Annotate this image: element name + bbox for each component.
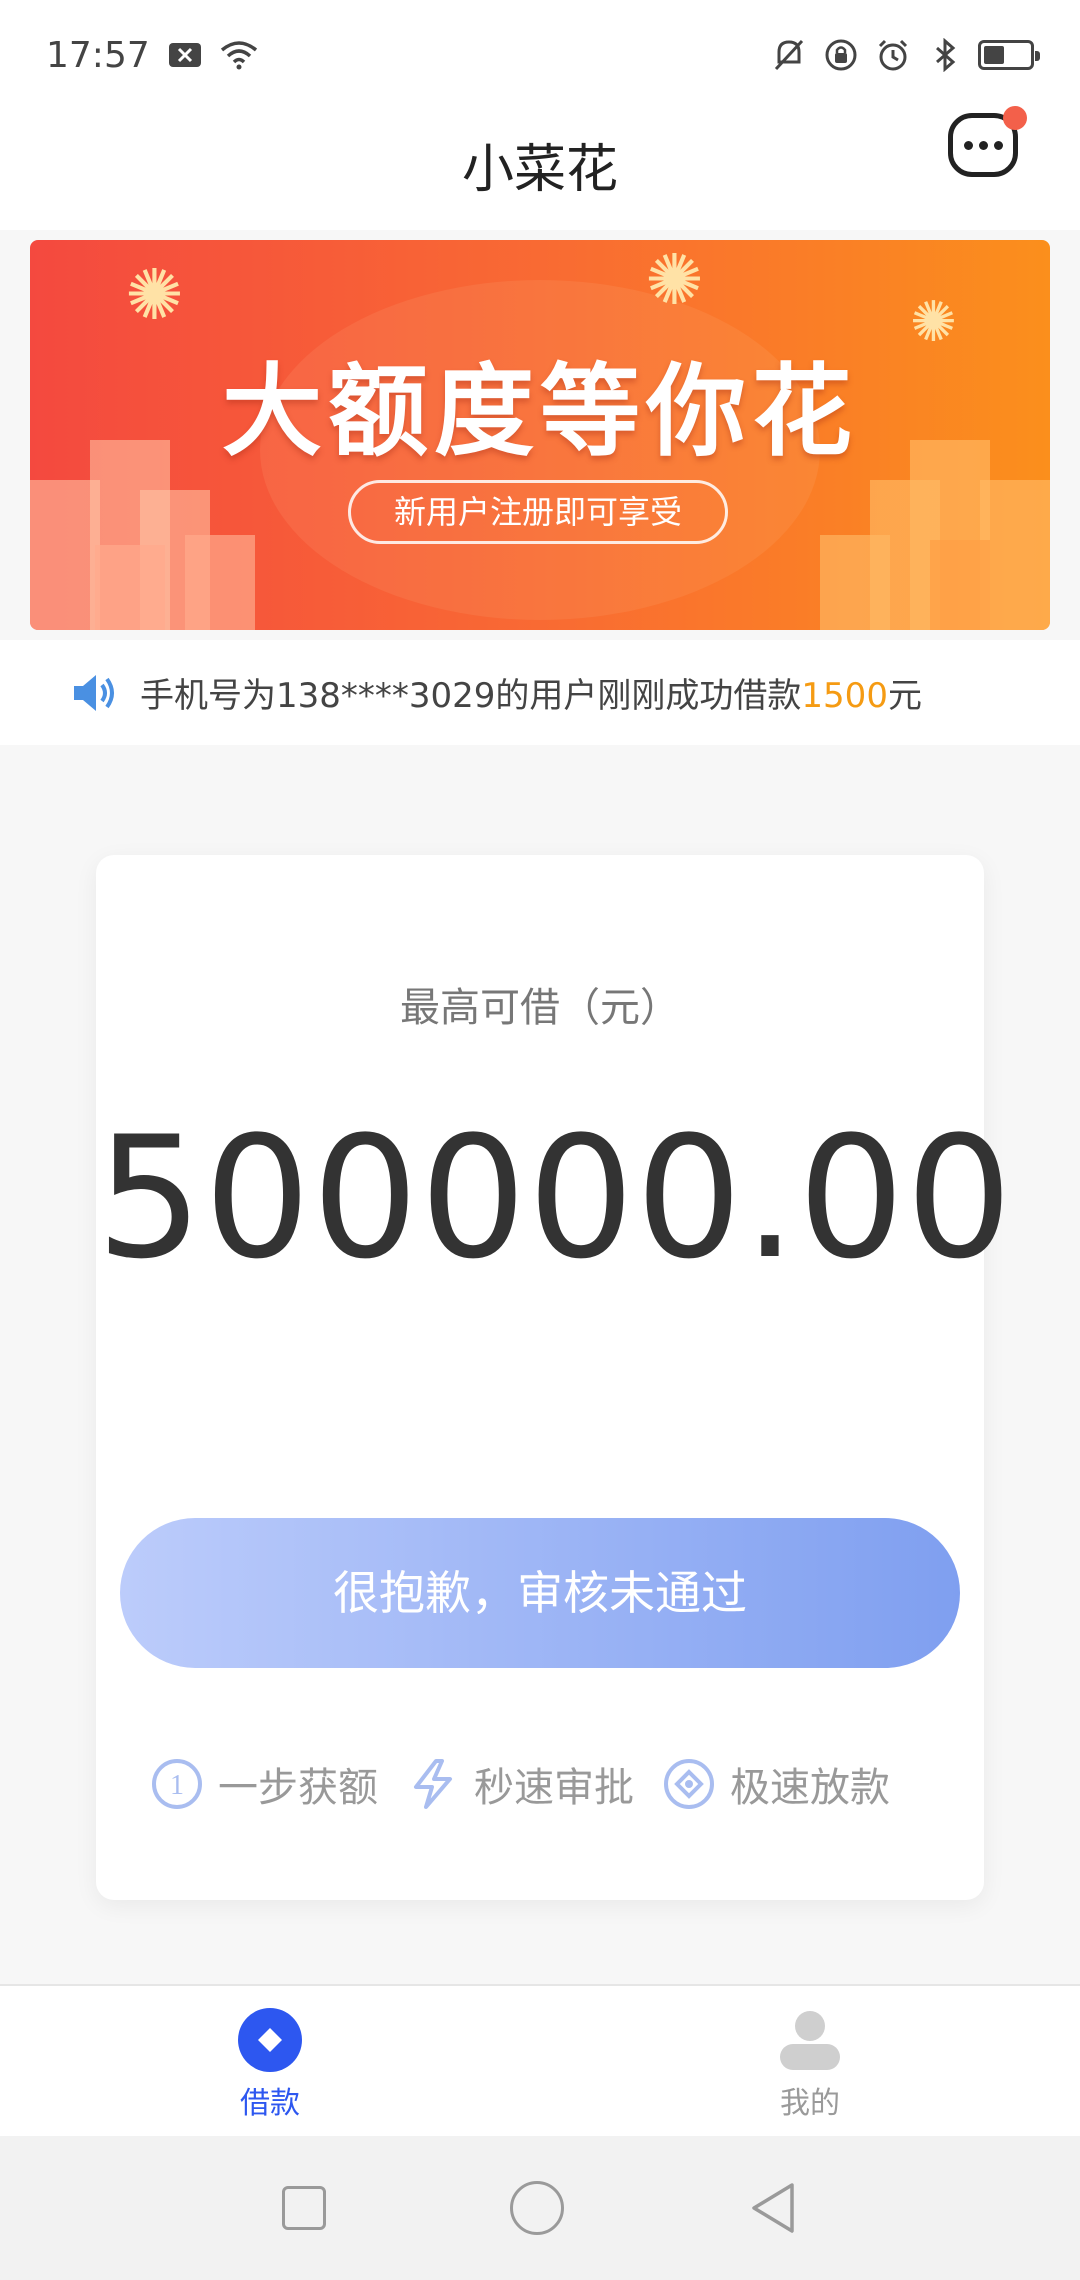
- notice-amount: 1500: [801, 676, 888, 716]
- message-button[interactable]: [948, 106, 1027, 177]
- page-title: 小菜花: [461, 140, 618, 200]
- feature-item: 1 一步获额: [150, 1755, 378, 1813]
- tab-profile-label: 我的: [780, 2086, 840, 2121]
- tab-loan[interactable]: 借款: [0, 1986, 540, 2136]
- alarm-icon: [874, 36, 912, 74]
- step-one-icon: 1: [150, 1757, 204, 1811]
- feature-item: 极速放款: [662, 1755, 890, 1813]
- lightning-icon: [406, 1757, 460, 1811]
- profile-icon: [780, 2011, 840, 2070]
- more-dots-icon: [963, 140, 973, 150]
- recents-button[interactable]: [282, 2186, 326, 2230]
- max-borrow-amount: 500000.00: [96, 1100, 1014, 1296]
- system-nav-bar: [0, 2136, 1080, 2280]
- banner-subtitle: 新用户注册即可享受: [348, 480, 728, 544]
- feature-list: 1 一步获额 秒速审批 极速放款: [150, 1755, 890, 1813]
- max-borrow-label: 最高可借（元）: [400, 985, 680, 1031]
- status-bar: 17:57: [0, 0, 1080, 110]
- more-dot: [993, 140, 1003, 150]
- firework-icon: ✺: [125, 254, 184, 336]
- speaker-icon: [74, 674, 114, 711]
- building-shape: [930, 540, 990, 630]
- loan-card: 最高可借（元） 500000.00 很抱歉，审核未通过 1 一步获额 秒速审批 …: [96, 855, 1014, 1900]
- notice-ticker: 手机号为138****3029的用户刚刚成功借款1500元: [0, 640, 1080, 745]
- unread-badge: [1003, 106, 1027, 130]
- promo-banner[interactable]: ✺ ✺ ✺ 大额度等你花 新用户注册即可享受: [30, 240, 1050, 630]
- firework-icon: ✺: [645, 240, 704, 321]
- feature-item: 秒速审批: [406, 1755, 634, 1813]
- wifi-icon: [220, 36, 258, 74]
- back-button[interactable]: [748, 2181, 798, 2235]
- svg-text:1: 1: [170, 1770, 184, 1801]
- building-shape: [980, 480, 1050, 630]
- building-shape: [185, 535, 255, 630]
- banner-title: 大额度等你花: [222, 353, 858, 470]
- status-time: 17:57: [46, 34, 150, 76]
- loan-icon: [238, 2008, 302, 2072]
- notice-prefix: 手机号为138****3029的用户刚刚成功借款: [140, 676, 802, 716]
- tab-profile[interactable]: 我的: [540, 1986, 1080, 2136]
- tab-loan-label: 借款: [240, 2086, 300, 2121]
- feature-label: 极速放款: [730, 1765, 890, 1811]
- notification-close-icon: [166, 36, 204, 74]
- battery-icon: [978, 40, 1040, 70]
- bluetooth-icon: [926, 36, 964, 74]
- app-bar: 小菜花: [0, 106, 1080, 230]
- more-dot: [978, 140, 988, 150]
- diamond-icon: [662, 1757, 716, 1811]
- feature-label: 秒速审批: [474, 1765, 634, 1811]
- feature-label: 一步获额: [218, 1765, 378, 1811]
- home-button[interactable]: [510, 2181, 564, 2235]
- bottom-tab-bar: 借款 我的: [0, 1984, 1080, 2136]
- rotation-lock-icon: [822, 36, 860, 74]
- notice-text: 手机号为138****3029的用户刚刚成功借款1500元: [140, 668, 922, 717]
- building-shape: [95, 545, 165, 630]
- review-status-button[interactable]: 很抱歉，审核未通过: [120, 1518, 960, 1668]
- notice-suffix: 元: [887, 676, 922, 716]
- bell-off-icon: [770, 36, 808, 74]
